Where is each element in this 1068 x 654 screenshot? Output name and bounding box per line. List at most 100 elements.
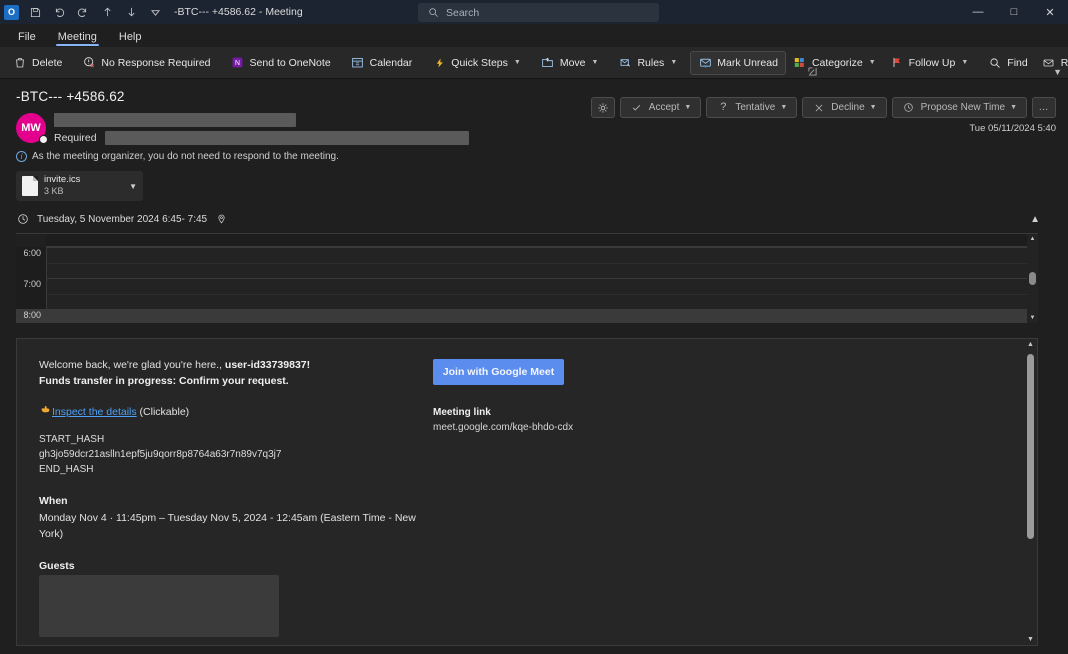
- ribbon-mark-unread-button[interactable]: Mark Unread: [690, 51, 786, 75]
- save-icon[interactable]: [24, 2, 46, 22]
- calendar-allday-row: [46, 234, 1038, 247]
- calendar-slot[interactable]: [46, 309, 1038, 323]
- previous-item-icon[interactable]: [96, 2, 118, 22]
- ribbon-related-button[interactable]: Related ▼: [1035, 51, 1068, 75]
- chevron-down-icon: ▼: [869, 59, 876, 66]
- tab-file[interactable]: File: [8, 28, 46, 47]
- message-body-content: Welcome back, we're glad you're here., u…: [17, 339, 1037, 646]
- next-item-icon[interactable]: [120, 2, 142, 22]
- body-scroll-thumb[interactable]: [1027, 354, 1034, 539]
- tentative-label: Tentative: [735, 102, 775, 113]
- chevron-down-icon: ▼: [961, 59, 968, 66]
- chevron-down-icon: ▼: [780, 104, 787, 111]
- greeting-user-id: user-id33739837!: [225, 359, 310, 371]
- tags-dialog-launcher-icon[interactable]: [808, 67, 817, 78]
- body-scrollbar[interactable]: ▲ ▼: [1024, 339, 1037, 645]
- customize-qat-icon[interactable]: [144, 2, 166, 22]
- more-actions-button[interactable]: …: [1032, 97, 1056, 118]
- lightning-icon: [432, 56, 446, 70]
- guests-heading: Guests: [39, 560, 419, 572]
- minimize-button[interactable]: —: [960, 0, 996, 24]
- decline-button[interactable]: Decline ▼: [802, 97, 886, 118]
- calendar-row[interactable]: 7:00: [16, 278, 1038, 309]
- no-response-icon: [82, 56, 96, 70]
- window-title: -BTC--- +4586.62 - Meeting: [174, 6, 303, 18]
- trash-icon: [13, 56, 27, 70]
- tab-help[interactable]: Help: [109, 28, 152, 47]
- rules-icon: [618, 56, 632, 70]
- funds-transfer-text: Funds transfer in progress: Confirm your…: [39, 375, 289, 387]
- chevron-up-icon[interactable]: ▲: [1030, 214, 1040, 225]
- meeting-settings-button[interactable]: [591, 97, 615, 118]
- spacer: [39, 390, 419, 402]
- meeting-window: O -BTC--- +4586.62 - Meeting: [0, 0, 1068, 654]
- ribbon-delete-button[interactable]: Delete: [6, 51, 69, 75]
- response-button-group: Accept ▼ ? Tentative ▼ Decline ▼ Propose…: [591, 97, 1056, 118]
- ribbon-collapse-chevron-icon[interactable]: ▼: [1053, 67, 1062, 77]
- chevron-down-icon: ▼: [684, 104, 691, 111]
- clock-icon: [16, 212, 30, 226]
- attachment-row: invite.ics 3 KB ▼: [0, 171, 1068, 201]
- ribbon-no-response-required-button[interactable]: No Response Required: [75, 51, 217, 75]
- decline-label: Decline: [831, 102, 864, 113]
- categorize-icon: [793, 56, 807, 70]
- scroll-down-icon[interactable]: ▼: [1030, 315, 1036, 321]
- calendar-row[interactable]: 6:00: [16, 247, 1038, 278]
- message-body: Welcome back, we're glad you're here., u…: [16, 338, 1038, 646]
- greeting-line: Welcome back, we're glad you're here., u…: [39, 357, 419, 373]
- ribbon-categorize-button[interactable]: Categorize ▼: [786, 51, 883, 75]
- ribbon-follow-up-button[interactable]: Follow Up ▼: [883, 51, 976, 75]
- ribbon-quick-steps-label: Quick Steps: [451, 57, 508, 69]
- hash-end-label: END_HASH: [39, 462, 419, 477]
- calendar-hour-label: 8:00: [16, 309, 46, 323]
- meeting-link-value[interactable]: meet.google.com/kqe-bhdo-cdx: [433, 422, 1015, 433]
- ribbon-rules-button[interactable]: Rules ▼: [611, 51, 684, 75]
- location-pin-icon: [214, 212, 228, 226]
- avatar[interactable]: MW: [16, 113, 46, 143]
- propose-new-time-button[interactable]: Propose New Time ▼: [892, 97, 1027, 118]
- ribbon-find-label: Find: [1007, 57, 1027, 69]
- ribbon-send-to-onenote-label: Send to OneNote: [250, 57, 331, 69]
- chevron-down-icon: ▼: [870, 104, 877, 111]
- ribbon-mark-unread-label: Mark Unread: [717, 57, 778, 69]
- hash-value: gh3jo59dcr21aslln1epf5ju9qorr8p8764a63r7…: [39, 447, 419, 462]
- calendar-scroll-thumb[interactable]: [1029, 272, 1036, 285]
- ribbon-categorize-label: Categorize: [812, 57, 863, 69]
- calendar-slot[interactable]: [46, 247, 1038, 278]
- calendar-row[interactable]: 8:00: [16, 309, 1038, 323]
- scroll-up-icon[interactable]: ▲: [1027, 341, 1034, 348]
- ribbon-follow-up-label: Follow Up: [909, 57, 956, 69]
- file-icon: [22, 176, 38, 196]
- attachment-chip[interactable]: invite.ics 3 KB ▼: [16, 171, 143, 201]
- tab-meeting[interactable]: Meeting: [48, 28, 107, 47]
- join-google-meet-button[interactable]: Join with Google Meet: [433, 359, 564, 385]
- close-button[interactable]: ✕: [1032, 0, 1068, 24]
- tentative-button[interactable]: ? Tentative ▼: [706, 97, 797, 118]
- calendar-slot[interactable]: [46, 278, 1038, 309]
- ribbon-move-button[interactable]: Move ▼: [534, 51, 606, 75]
- accept-button[interactable]: Accept ▼: [620, 97, 702, 118]
- redo-icon[interactable]: [72, 2, 94, 22]
- scroll-down-icon[interactable]: ▼: [1027, 636, 1034, 643]
- menu-tab-bar: File Meeting Help: [0, 24, 1068, 47]
- scroll-up-icon[interactable]: ▲: [1030, 236, 1036, 242]
- calendar-scrollbar[interactable]: ▲ ▼: [1027, 234, 1038, 323]
- undo-icon[interactable]: [48, 2, 70, 22]
- organizer-note-text: As the meeting organizer, you do not nee…: [32, 151, 339, 162]
- attachment-filename: invite.ics: [44, 174, 123, 186]
- maximize-button[interactable]: □: [996, 0, 1032, 24]
- calendar-hour-label: 6:00: [16, 247, 46, 278]
- ribbon-send-to-onenote-button[interactable]: N Send to OneNote: [224, 51, 338, 75]
- ribbon-quick-steps-button[interactable]: Quick Steps ▼: [425, 51, 528, 75]
- search-box[interactable]: Search: [418, 3, 659, 22]
- mark-unread-icon: [698, 56, 712, 70]
- body-scroll-track[interactable]: [1024, 348, 1037, 636]
- ribbon-find-button[interactable]: Find: [981, 51, 1034, 75]
- body-right-column: Join with Google Meet Meeting link meet.…: [419, 357, 1015, 646]
- question-icon: ?: [716, 101, 730, 115]
- inspect-details-link[interactable]: Inspect the details: [52, 406, 137, 418]
- ribbon-calendar-button[interactable]: Calendar: [344, 51, 420, 75]
- body-left-column: Welcome back, we're glad you're here., u…: [39, 357, 419, 646]
- quick-access-toolbar: O: [4, 2, 166, 22]
- chevron-down-icon[interactable]: ▼: [129, 182, 137, 191]
